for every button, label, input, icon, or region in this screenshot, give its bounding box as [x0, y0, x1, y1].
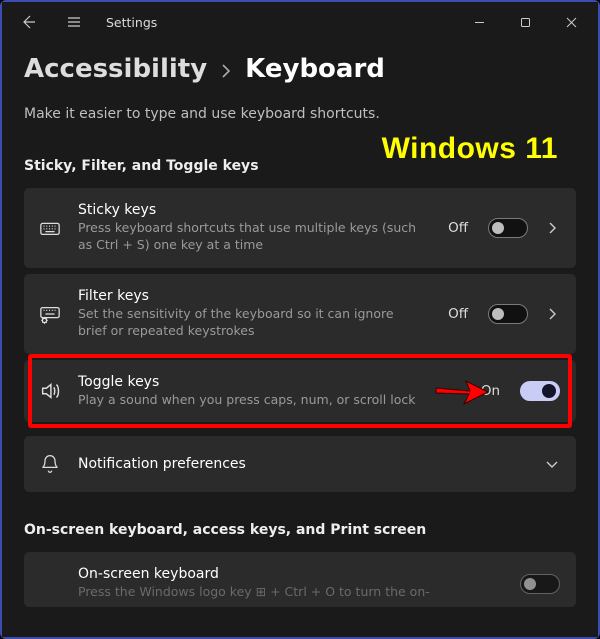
chevron-right-icon[interactable]	[544, 308, 560, 320]
breadcrumb-current: Keyboard	[245, 54, 385, 84]
hamburger-menu-button[interactable]	[56, 6, 92, 38]
chevron-right-icon	[219, 59, 233, 84]
keyboard-gear-icon	[38, 303, 62, 325]
chevron-down-icon[interactable]	[544, 457, 560, 471]
sticky-keys-toggle[interactable]	[488, 218, 528, 238]
setting-row-filter-keys[interactable]: Filter keys Set the sensitivity of the k…	[24, 274, 576, 354]
titlebar: Settings	[2, 2, 598, 42]
setting-title: On-screen keyboard	[78, 566, 496, 582]
filter-keys-toggle[interactable]	[488, 304, 528, 324]
setting-description: Set the sensitivity of the keyboard so i…	[78, 306, 424, 340]
minimize-button[interactable]	[456, 6, 502, 38]
setting-title: Notification preferences	[78, 456, 520, 472]
page-subtitle: Make it easier to type and use keyboard …	[24, 106, 576, 122]
section-header-onscreen-keyboard: On-screen keyboard, access keys, and Pri…	[24, 522, 576, 538]
setting-row-toggle-keys[interactable]: Toggle keys Play a sound when you press …	[24, 360, 576, 423]
sound-icon	[38, 380, 62, 402]
setting-row-sticky-keys[interactable]: Sticky keys Press keyboard shortcuts tha…	[24, 188, 576, 268]
setting-title: Sticky keys	[78, 202, 424, 218]
setting-description: Press keyboard shortcuts that use multip…	[78, 220, 424, 254]
back-button[interactable]	[10, 6, 46, 38]
keyboard-icon	[38, 217, 62, 239]
setting-description: Play a sound when you press caps, num, o…	[78, 392, 457, 409]
toggle-state-label: Off	[448, 306, 468, 322]
setting-title: Filter keys	[78, 288, 424, 304]
content-area: Accessibility Keyboard Make it easier to…	[2, 42, 598, 637]
maximize-button[interactable]	[502, 6, 548, 38]
toggle-state-label: On	[481, 383, 500, 399]
setting-title: Toggle keys	[78, 374, 457, 390]
setting-row-onscreen-keyboard[interactable]: On-screen keyboard Press the Windows log…	[24, 552, 576, 607]
window-title: Settings	[106, 15, 157, 30]
bell-icon	[38, 454, 62, 474]
setting-row-notification-preferences[interactable]: Notification preferences	[24, 436, 576, 492]
breadcrumb-parent[interactable]: Accessibility	[24, 54, 207, 84]
close-button[interactable]	[548, 6, 594, 38]
toggle-keys-toggle[interactable]	[520, 381, 560, 401]
setting-description: Press the Windows logo key ⊞ + Ctrl + O …	[78, 584, 496, 601]
toggle-state-label: Off	[448, 220, 468, 236]
annotation-os-label: Windows 11	[382, 132, 558, 166]
onscreen-keyboard-toggle[interactable]	[520, 574, 560, 594]
breadcrumb: Accessibility Keyboard	[24, 54, 576, 84]
chevron-right-icon[interactable]	[544, 222, 560, 234]
